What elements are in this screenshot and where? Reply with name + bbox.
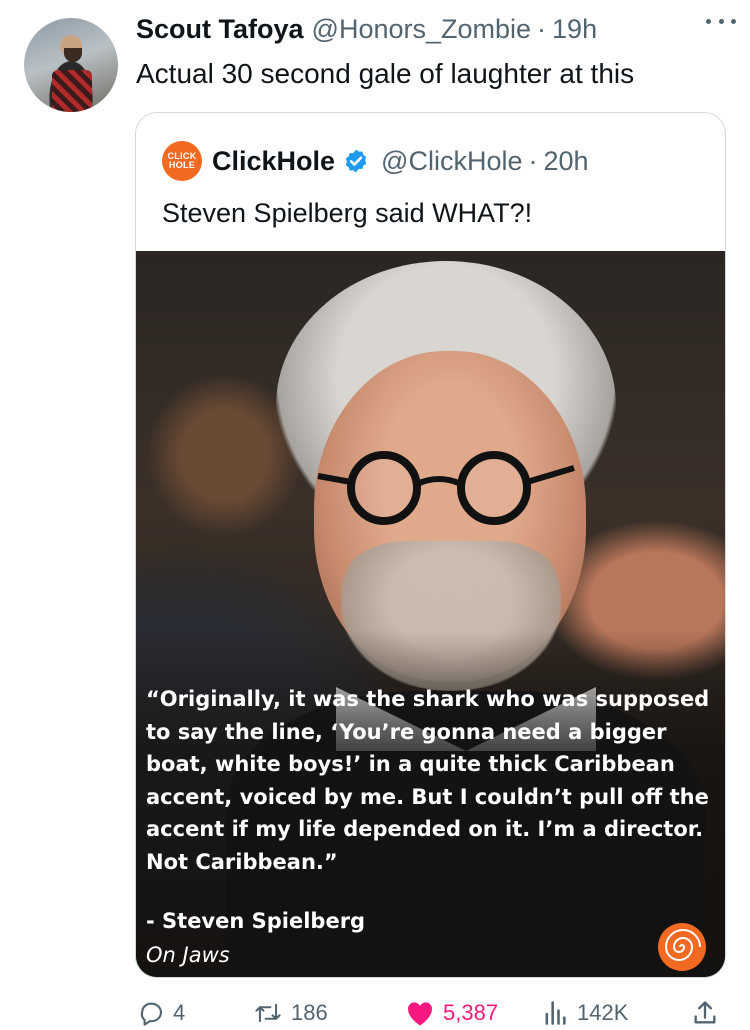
- author-avatar[interactable]: [24, 18, 118, 112]
- quoted-tweet[interactable]: CLICK HOLE ClickHole @ClickHole · 20h St…: [135, 112, 726, 978]
- views-icon: [545, 1001, 566, 1025]
- quoted-header: CLICK HOLE ClickHole @ClickHole · 20h: [162, 141, 589, 181]
- clickhole-logo-icon[interactable]: CLICK HOLE: [162, 141, 202, 181]
- repost-count: 186: [291, 1000, 328, 1025]
- reply-icon: [140, 1002, 162, 1026]
- image-quote-text: “Originally, it was the shark who was su…: [146, 687, 710, 874]
- views-count: 142K: [577, 1000, 629, 1025]
- views-button[interactable]: 142K: [541, 996, 628, 1030]
- tweet-header: Scout Tafoya @Honors_Zombie · 19h: [136, 14, 736, 48]
- quoted-text: Steven Spielberg said WHAT?!: [162, 198, 533, 228]
- author-display-name[interactable]: Scout Tafoya: [136, 14, 304, 45]
- logo-line-2: HOLE: [168, 160, 196, 170]
- avatar-shirt: [52, 70, 92, 112]
- photo-glasses: [317, 451, 575, 525]
- verified-badge-icon: [345, 149, 367, 173]
- heart-icon: [408, 1002, 432, 1026]
- reply-count: 4: [173, 1000, 186, 1025]
- repost-button[interactable]: 186: [253, 996, 328, 1030]
- quoted-post-time[interactable]: 20h: [543, 146, 588, 177]
- post-time[interactable]: 19h: [552, 14, 597, 45]
- like-button[interactable]: 5,387: [405, 996, 498, 1030]
- action-bar: 4 186 5,387 142K: [135, 996, 725, 1030]
- quoted-separator-dot: ·: [528, 145, 538, 176]
- quoted-image[interactable]: “Originally, it was the shark who was su…: [136, 251, 725, 977]
- author-handle[interactable]: @Honors_Zombie: [312, 14, 532, 45]
- swirl-logo-icon: [658, 923, 706, 971]
- tweet-text: Actual 30 second gale of laughter at thi…: [136, 58, 635, 89]
- reply-button[interactable]: 4: [137, 996, 185, 1030]
- separator-dot: ·: [537, 14, 547, 44]
- like-count: 5,387: [443, 1000, 499, 1025]
- share-icon: [694, 1001, 716, 1024]
- image-attribution-name: - Steven Spielberg: [146, 909, 366, 933]
- avatar-beard: [64, 48, 82, 62]
- share-button[interactable]: [691, 996, 727, 1030]
- repost-icon: [255, 1003, 281, 1023]
- quoted-display-name[interactable]: ClickHole: [212, 146, 335, 177]
- image-attribution-work: On Jaws: [146, 943, 230, 967]
- quoted-handle[interactable]: @ClickHole: [381, 146, 522, 177]
- ellipsis-icon[interactable]: [706, 16, 736, 26]
